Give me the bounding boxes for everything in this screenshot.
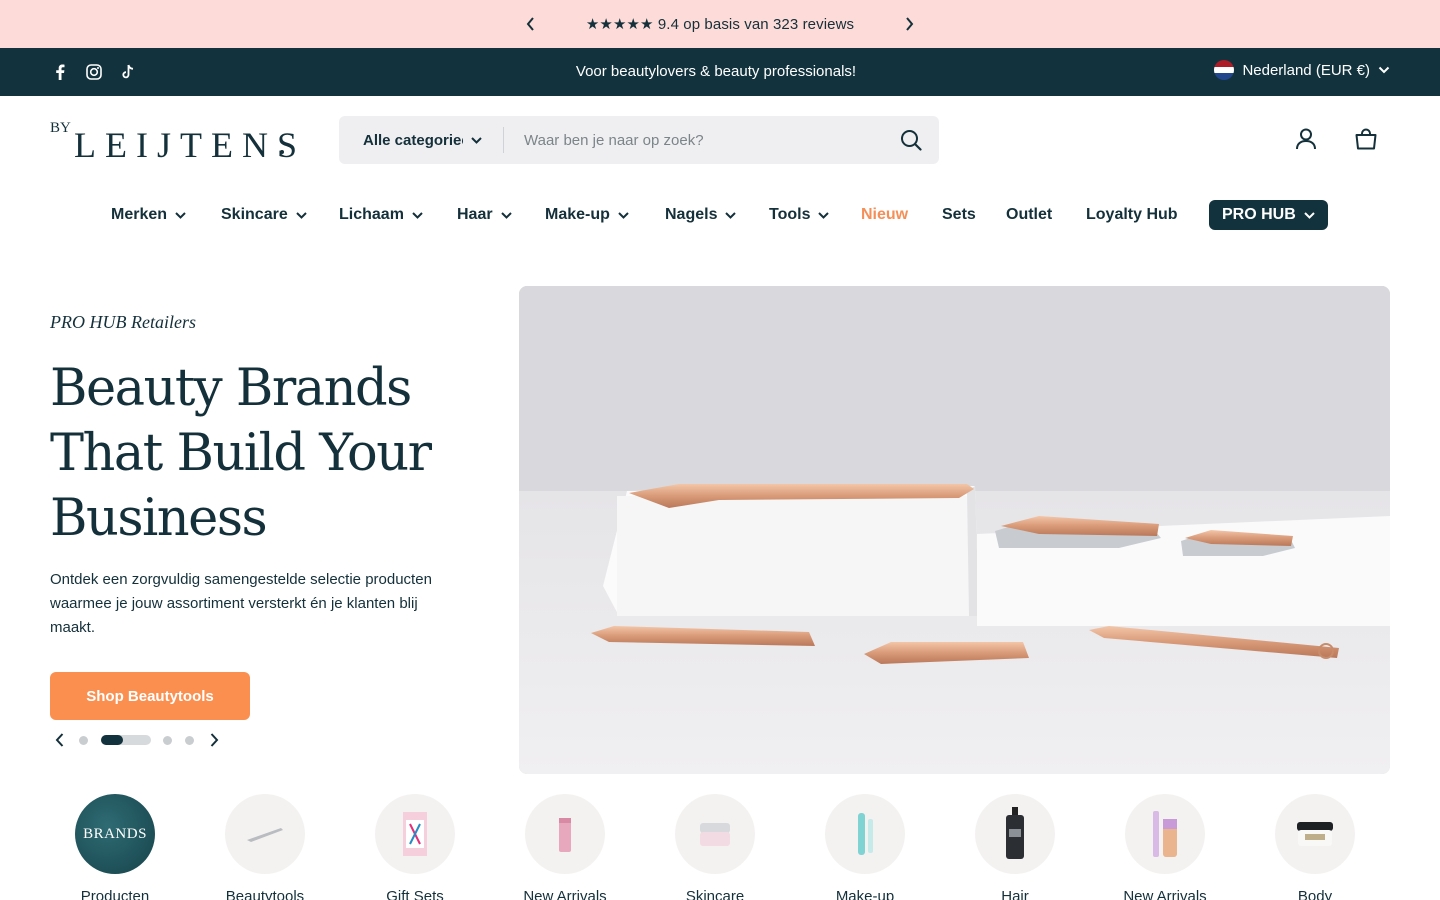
nav-makeup[interactable]: Make-up <box>545 200 629 230</box>
hair-bottle-icon <box>975 794 1055 874</box>
shop-beautytools-button[interactable]: Shop Beautytools <box>50 672 250 720</box>
lipstick-icon <box>525 794 605 874</box>
nav-pro-hub-label: PRO HUB <box>1222 206 1296 223</box>
brands-badge-icon: BRANDS <box>75 794 155 874</box>
nav-lichaam-label: Lichaam <box>339 206 404 223</box>
category-select[interactable]: Alle categorieën <box>339 132 503 149</box>
category-label: Skincare <box>685 888 745 900</box>
carousel-controls <box>50 730 230 750</box>
announcement-prev-icon[interactable] <box>521 14 541 34</box>
logo-dot <box>280 150 284 154</box>
chevron-down-icon <box>818 211 830 219</box>
chevron-down-icon <box>1304 211 1315 219</box>
chevron-down-icon <box>1378 66 1390 74</box>
nav-pro-hub[interactable]: PRO HUB <box>1209 200 1328 230</box>
nav-loyalty-hub[interactable]: Loyalty Hub <box>1086 200 1178 230</box>
carousel-dot[interactable] <box>185 736 194 745</box>
cart-icon[interactable] <box>1354 127 1378 151</box>
category-label: Beautytools <box>225 888 305 900</box>
category-new-arrivals[interactable]: New Arrivals <box>490 794 640 900</box>
nav-haar-label: Haar <box>457 206 493 223</box>
top-bar: Voor beautylovers & beauty professionals… <box>0 48 1440 96</box>
category-label: Body <box>1297 888 1333 900</box>
concealer-icon <box>1125 794 1205 874</box>
body-jar-icon <box>1275 794 1355 874</box>
category-make-up[interactable]: Make-up <box>790 794 940 900</box>
category-label: Hair <box>1001 888 1029 900</box>
gift-set-icon <box>375 794 455 874</box>
category-label: Gift Sets <box>386 888 444 900</box>
nav-nieuw[interactable]: Nieuw <box>861 200 908 230</box>
netherlands-flag-icon <box>1214 60 1235 80</box>
carousel-dot-active[interactable] <box>101 735 151 745</box>
country-selector[interactable]: Nederland (EUR €) <box>1214 60 1390 80</box>
category-select-label: Alle categorieën <box>363 131 463 149</box>
nav-merken[interactable]: Merken <box>111 200 186 230</box>
nav-lichaam[interactable]: Lichaam <box>339 200 423 230</box>
hero-title: Beauty Brands That Build Your Business <box>50 359 432 548</box>
search-button[interactable] <box>883 116 939 164</box>
nav-outlet[interactable]: Outlet <box>1006 200 1052 230</box>
category-body[interactable]: Body <box>1240 794 1390 900</box>
chevron-down-icon <box>296 211 307 219</box>
category-label: Producten <box>80 888 150 900</box>
nav-nagels-label: Nagels <box>665 206 718 223</box>
chevron-down-icon <box>471 136 482 144</box>
logo-by: BY <box>50 120 71 136</box>
carousel-prev-icon[interactable] <box>50 730 70 750</box>
hero-eyebrow: PRO HUB Retailers <box>50 312 196 332</box>
chevron-down-icon <box>175 211 186 219</box>
carousel-dot[interactable] <box>79 736 88 745</box>
category-beautytools[interactable]: Beautytools <box>190 794 340 900</box>
tweezer-icon <box>225 794 305 874</box>
cream-jar-icon <box>675 794 755 874</box>
category-new-arrivals-2[interactable]: New Arrivals <box>1090 794 1240 900</box>
country-label: Nederland (EUR €) <box>1242 61 1370 79</box>
logo[interactable]: BY LEIJTENS <box>50 120 297 165</box>
nav-tools-label: Tools <box>769 206 811 223</box>
reviews-text[interactable]: ★★★★★ 9.4 op basis van 323 reviews <box>586 15 854 33</box>
nav-haar[interactable]: Haar <box>457 200 512 230</box>
account-icon[interactable] <box>1294 127 1318 151</box>
search-input[interactable] <box>504 131 883 149</box>
category-producten[interactable]: BRANDS Producten <box>40 794 190 900</box>
carousel-dot[interactable] <box>163 736 172 745</box>
nav-tools[interactable]: Tools <box>769 200 830 230</box>
category-gift-sets[interactable]: Gift Sets <box>340 794 490 900</box>
main-nav: Merken Skincare Lichaam Haar Make-up Nag… <box>0 200 1440 230</box>
nav-sets[interactable]: Sets <box>942 200 976 230</box>
nav-makeup-label: Make-up <box>545 206 610 223</box>
category-skincare[interactable]: Skincare <box>640 794 790 900</box>
hero-description: Ontdek een zorgvuldig samengestelde sele… <box>50 571 432 636</box>
chevron-down-icon <box>412 211 423 219</box>
brands-badge-text: BRANDS <box>83 825 147 842</box>
search-icon <box>901 130 922 151</box>
chevron-down-icon <box>500 211 512 219</box>
nav-skincare[interactable]: Skincare <box>221 200 307 230</box>
announcement-next-icon[interactable] <box>899 14 919 34</box>
chevron-down-icon <box>725 211 737 219</box>
logo-name: LEIJTENS <box>74 125 306 165</box>
nav-skincare-label: Skincare <box>221 206 288 223</box>
mascara-icon <box>825 794 905 874</box>
category-carousel: BRANDS Producten Beautytools Gift Sets N… <box>0 794 1440 900</box>
category-label: Make-up <box>835 888 895 900</box>
nav-nagels[interactable]: Nagels <box>665 200 737 230</box>
search-bar: Alle categorieën <box>339 116 939 164</box>
carousel-next-icon[interactable] <box>204 730 224 750</box>
chevron-down-icon <box>618 211 629 219</box>
nav-merken-label: Merken <box>111 206 168 223</box>
category-hair[interactable]: Hair <box>940 794 1090 900</box>
category-label: New Arrivals <box>1123 888 1207 900</box>
announcement-bar: ★★★★★ 9.4 op basis van 323 reviews <box>0 0 1440 48</box>
category-label: New Arrivals <box>523 888 607 900</box>
hero-image[interactable] <box>519 286 1390 774</box>
